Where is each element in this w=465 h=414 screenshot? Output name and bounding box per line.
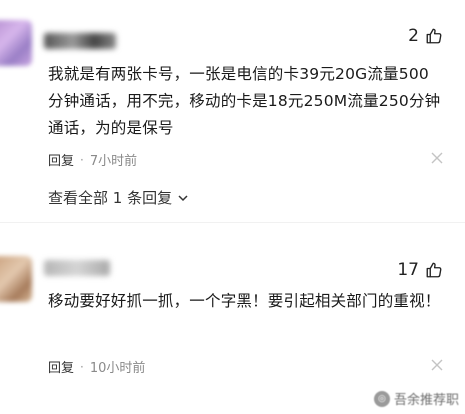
comment-item: 2 我就是有两张卡号，一张是电信的卡39元20G流量500分钟通话，用不完，移动…: [0, 0, 465, 207]
reply-button[interactable]: 回复: [48, 150, 74, 169]
comment-time: 10小时前: [89, 361, 146, 376]
like-button[interactable]: 17: [397, 260, 443, 280]
view-all-replies-button[interactable]: 查看全部 1 条回复: [48, 187, 189, 208]
view-all-replies-label: 查看全部 1 条回复: [48, 189, 173, 207]
watermark-logo-icon: ◎: [373, 390, 390, 407]
username-blurred[interactable]: [44, 260, 110, 276]
comment-text: 移动要好好抓一抓，一个字黑！要引起相关部门的重视！: [48, 292, 441, 310]
thumbs-up-icon: [426, 28, 442, 44]
comment-meta: 回复 · 10小时前: [48, 357, 443, 376]
username-blurred[interactable]: [44, 33, 116, 49]
chevron-down-icon: [178, 194, 188, 201]
comment-meta: 回复 · 7小时前: [48, 150, 443, 169]
comment-time: 7小时前: [89, 154, 138, 169]
divider: [0, 222, 465, 223]
reply-button[interactable]: 回复: [48, 357, 74, 376]
like-count: 17: [397, 260, 419, 280]
like-button[interactable]: 2: [408, 26, 443, 46]
meta-separator: ·: [80, 359, 84, 374]
close-icon[interactable]: [431, 152, 443, 164]
like-count: 2: [408, 26, 419, 46]
watermark-text: 吾余推荐职: [393, 393, 459, 408]
meta-separator: ·: [80, 152, 84, 167]
close-icon[interactable]: [431, 359, 443, 371]
thumbs-up-icon: [426, 262, 442, 278]
comment-item: 17 移动要好好抓一抓，一个字黑！要引起相关部门的重视！ 回复 · 10小时前: [0, 232, 465, 414]
avatar[interactable]: [0, 256, 32, 302]
watermark: ◎ 吾余推荐职: [373, 389, 459, 408]
avatar[interactable]: [0, 20, 32, 66]
comment-text: 我就是有两张卡号，一张是电信的卡39元20G流量500分钟通话，用不完，移动的卡…: [48, 65, 441, 137]
